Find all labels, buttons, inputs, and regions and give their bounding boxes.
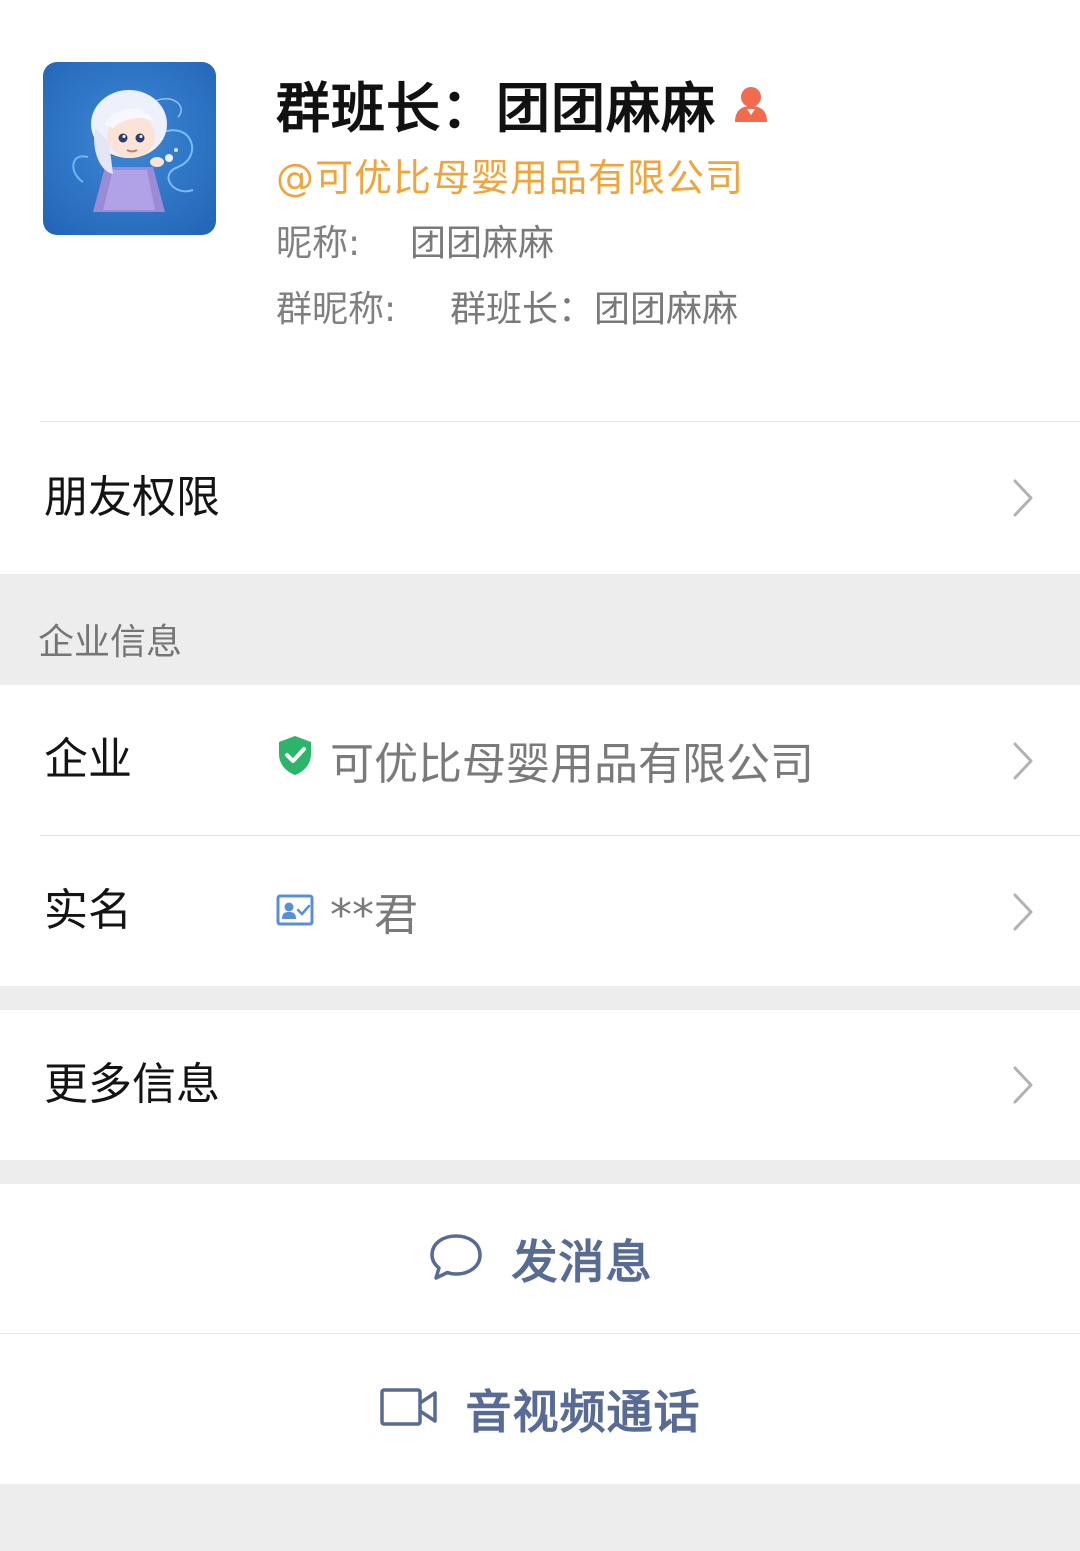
realname-label: 实名 (44, 885, 132, 936)
friend-permission-row[interactable]: 朋友权限 (0, 422, 1080, 574)
more-info-row[interactable]: 更多信息 (0, 1010, 1080, 1160)
realname-row[interactable]: 实名 **君 (0, 836, 1080, 986)
profile-header: 群班长：团团麻麻 @可优比母婴用品有限公司 昵称: 团团麻麻 群昵称: 群班长：团团… (0, 0, 1080, 574)
send-message-label: 发消息 (511, 1234, 653, 1289)
company-tag: @可优比母婴用品有限公司 (276, 156, 745, 200)
chat-bubble-icon (428, 1232, 484, 1286)
verified-shield-icon (276, 734, 314, 787)
enterprise-row[interactable]: 企业 可优比母婴用品有限公司 (0, 685, 1080, 835)
avatar[interactable] (43, 62, 216, 235)
chevron-right-icon (1013, 479, 1033, 517)
group-nickname-label: 群昵称: (276, 289, 397, 330)
video-call-label: 音视频通话 (465, 1385, 701, 1439)
chevron-right-icon (1013, 893, 1033, 931)
chevron-right-icon (1013, 1066, 1033, 1104)
nickname-value: 团团麻麻 (410, 223, 555, 264)
send-message-button[interactable]: 发消息 (0, 1184, 1080, 1333)
video-call-button[interactable]: 音视频通话 (0, 1334, 1080, 1484)
section-title-enterprise: 企业信息 (38, 622, 183, 663)
video-camera-icon (379, 1387, 438, 1431)
group-nickname-value: 群班长：团团麻麻 (450, 289, 739, 330)
enterprise-name: 可优比母婴用品有限公司 (330, 739, 814, 790)
chevron-right-icon (1013, 742, 1033, 780)
more-info-label: 更多信息 (44, 1059, 220, 1110)
display-name-line: 群班长：团团麻麻 (276, 66, 772, 140)
id-card-icon (276, 886, 314, 937)
nickname-label: 昵称: (276, 223, 361, 264)
friend-permission-label: 朋友权限 (44, 472, 220, 523)
person-badge-icon (730, 82, 772, 124)
group-nickname-row: 群昵称: 群班长：团团麻麻 (276, 285, 738, 335)
enterprise-label: 企业 (44, 734, 132, 785)
nickname-row: 昵称: 团团麻麻 (276, 219, 554, 269)
enterprise-value: 可优比母婴用品有限公司 (276, 732, 814, 790)
realname-name: **君 (330, 890, 418, 941)
realname-value: **君 (276, 883, 418, 941)
display-name: 群班长：团团麻麻 (276, 76, 716, 140)
